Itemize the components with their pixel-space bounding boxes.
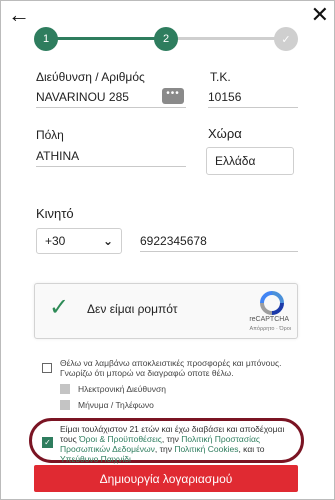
step-3-check-icon: ✓ <box>274 27 298 51</box>
sms-option-label: Μήνυμα / Τηλέφωνο <box>78 400 154 410</box>
consent-text: Είμαι τουλάχιστον 21 ετών και έχω διαβάσ… <box>60 424 292 464</box>
stepper-line-pending <box>166 37 286 40</box>
postal-code-label: Τ.Κ. <box>210 70 231 84</box>
email-option-checkbox[interactable] <box>60 384 70 394</box>
recaptcha-brand: reCAPTCHA <box>249 316 289 323</box>
consent-checkbox[interactable]: ✓ <box>42 437 53 448</box>
phone-input[interactable]: 6922345678 <box>140 232 298 252</box>
email-option-label: Ηλεκτρονική Διεύθυνση <box>78 384 166 394</box>
recaptcha-widget[interactable]: ✓ Δεν είμαι ρομπότ reCAPTCHA Απόρρητο · … <box>34 283 298 339</box>
city-label: Πόλη <box>36 128 64 142</box>
city-input[interactable]: ATHINA <box>36 147 186 167</box>
responsible-gaming-link[interactable]: Υπεύθυνο Παιχνίδι <box>60 454 131 464</box>
marketing-text: Θέλω να λαμβάνω αποκλειστικές προσφορές … <box>60 358 282 378</box>
checkmark-icon: ✓ <box>49 294 70 321</box>
chevron-down-icon: ⌄ <box>102 234 113 248</box>
back-arrow-icon[interactable]: ← <box>8 4 30 26</box>
consent-text-part: , την <box>161 434 182 444</box>
country-field[interactable]: Ελλάδα <box>206 147 294 175</box>
country-code-select[interactable]: +30 ⌄ <box>36 228 122 254</box>
consent-text-part: , και το <box>238 444 265 454</box>
recaptcha-logo-icon <box>260 291 284 315</box>
step-1: 1 <box>34 27 58 51</box>
recaptcha-terms-link[interactable]: Απόρρητο · Όροι <box>249 326 291 332</box>
consent-text-part: , την <box>154 444 175 454</box>
country-code-value: +30 <box>45 234 66 248</box>
terms-link[interactable]: Όροι & Προϋποθέσεις <box>79 434 162 444</box>
country-label: Χώρα <box>208 126 242 141</box>
close-icon[interactable]: ✕ <box>311 4 329 26</box>
mobile-label: Κινητό <box>36 206 74 221</box>
cookies-link[interactable]: Πολιτική Cookies <box>174 444 238 454</box>
marketing-checkbox[interactable] <box>42 363 52 373</box>
create-account-button[interactable]: Δημιουργία λογαριασμού <box>34 465 298 492</box>
sms-option-checkbox[interactable] <box>60 400 70 410</box>
recaptcha-label: Δεν είμαι ρομπότ <box>87 302 178 316</box>
more-options-icon[interactable]: ••• <box>162 88 184 104</box>
street-label: Διεύθυνση / Αριθμός <box>36 70 145 84</box>
step-2: 2 <box>154 27 178 51</box>
postal-code-input[interactable]: 10156 <box>208 88 298 108</box>
